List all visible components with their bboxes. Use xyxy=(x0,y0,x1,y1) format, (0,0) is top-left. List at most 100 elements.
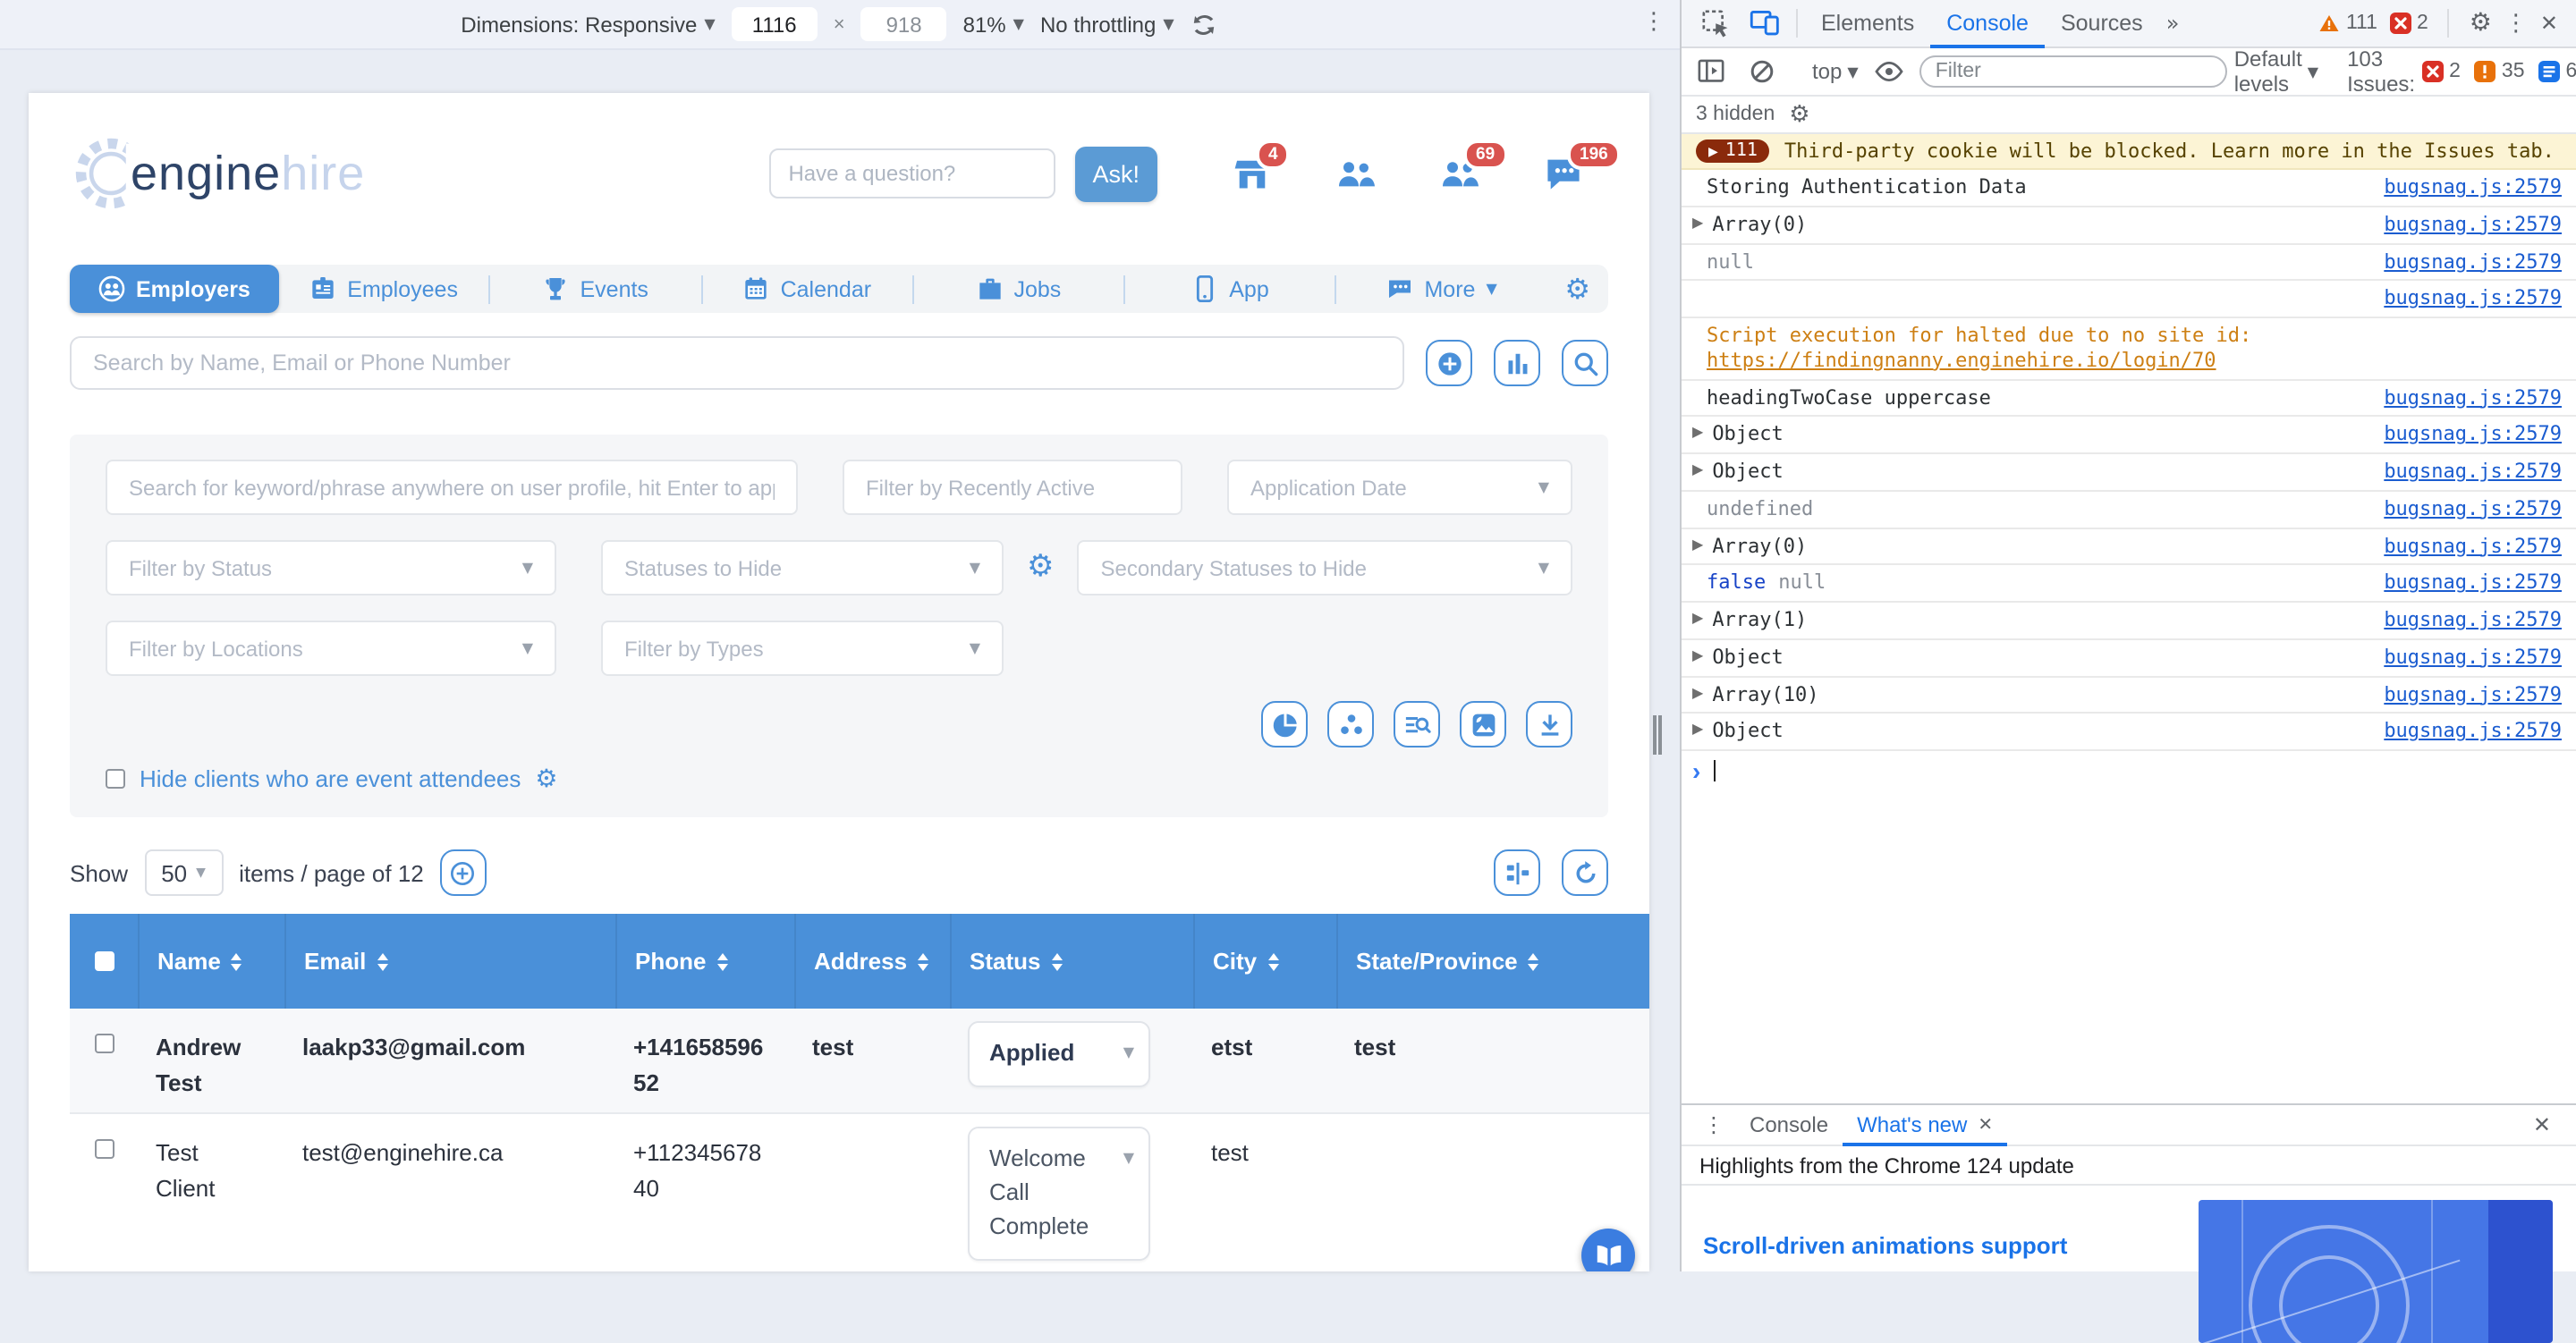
cookie-warning-banner[interactable]: ▶ 111 Third-party cookie will be blocked… xyxy=(1682,134,2576,170)
clients-button[interactable] xyxy=(1336,154,1376,193)
more-tabs-icon[interactable]: » xyxy=(2159,11,2187,36)
sort-arrows-icon[interactable] xyxy=(1267,952,1278,970)
devtools-menu-icon[interactable]: ⋮ xyxy=(2504,10,2528,37)
column-header-email[interactable]: Email xyxy=(284,914,615,1009)
add-client-button[interactable] xyxy=(1426,340,1472,386)
expand-triangle-icon[interactable]: ▶ xyxy=(1692,461,1703,479)
source-link[interactable]: bugsnag.js:2579 xyxy=(2362,720,2562,745)
image-view-button[interactable] xyxy=(1460,701,1506,748)
refresh-button[interactable] xyxy=(1562,849,1608,896)
locations-filter-select[interactable]: Filter by Locations ▼ xyxy=(106,621,556,676)
live-expression-eye-icon[interactable] xyxy=(1875,61,1903,82)
expand-triangle-icon[interactable]: ▶ xyxy=(1692,647,1703,665)
status-filter-select[interactable]: Filter by Status ▼ xyxy=(106,540,556,595)
statuses-settings-gear-icon[interactable]: ⚙ xyxy=(1027,553,1055,583)
console-warn-link[interactable]: https://findingnanny.enginehire.io/login… xyxy=(1707,349,2216,372)
cluster-view-button[interactable] xyxy=(1327,701,1374,748)
console-filter-input[interactable] xyxy=(1919,55,2227,88)
source-link[interactable]: bugsnag.js:2579 xyxy=(2362,497,2562,522)
ask-button[interactable]: Ask! xyxy=(1074,146,1157,201)
device-toolbar-menu-icon[interactable]: ⋮ xyxy=(1642,9,1665,36)
status-select[interactable]: Welcome Call Complete▼ xyxy=(968,1128,1150,1261)
nav-settings-gear-icon[interactable]: ⚙ xyxy=(1546,272,1608,306)
clear-console-icon[interactable] xyxy=(1750,59,1775,84)
advanced-search-button[interactable] xyxy=(1394,701,1440,748)
device-toolbar-toggle-icon[interactable] xyxy=(1750,8,1780,38)
source-link[interactable]: bugsnag.js:2579 xyxy=(2362,608,2562,633)
log-levels-select[interactable]: Default levels ▼ xyxy=(2234,46,2318,97)
source-link[interactable]: bugsnag.js:2579 xyxy=(2362,682,2562,707)
tab-console[interactable]: Console xyxy=(1930,0,2045,47)
column-header-phone[interactable]: Phone xyxy=(615,914,794,1009)
sort-arrows-icon[interactable] xyxy=(716,952,727,970)
nav-tab-calendar[interactable]: Calendar xyxy=(702,265,912,313)
warning-count-badge[interactable]: ▶ 111 xyxy=(1696,139,1770,163)
nav-tab-employees[interactable]: Employees xyxy=(279,265,489,313)
context-select[interactable]: top ▼ xyxy=(1812,59,1859,84)
column-header-name[interactable]: Name xyxy=(138,914,284,1009)
viewport-width-input[interactable] xyxy=(732,7,818,41)
source-link[interactable]: bugsnag.js:2579 xyxy=(2362,571,2562,596)
source-link[interactable]: bugsnag.js:2579 xyxy=(2362,175,2562,200)
devtools-settings-gear-icon[interactable]: ⚙ xyxy=(2470,9,2492,38)
download-button[interactable] xyxy=(1526,701,1572,748)
sort-arrows-icon[interactable] xyxy=(1051,952,1062,970)
nav-tab-jobs[interactable]: Jobs xyxy=(914,265,1124,313)
source-link[interactable]: bugsnag.js:2579 xyxy=(2362,423,2562,448)
drawer-tab-whats-new[interactable]: What's new ✕ xyxy=(1843,1104,2007,1145)
hide-clients-checkbox[interactable] xyxy=(106,769,125,789)
column-header-address[interactable]: Address xyxy=(794,914,950,1009)
throttling-select[interactable]: No throttling ▼ xyxy=(1040,12,1174,37)
tab-elements[interactable]: Elements xyxy=(1805,0,1930,47)
nav-tab-events[interactable]: Events xyxy=(490,265,700,313)
source-link[interactable]: bugsnag.js:2579 xyxy=(2362,287,2562,312)
zoom-select[interactable]: 81% ▼ xyxy=(963,12,1024,37)
select-all-checkbox[interactable] xyxy=(94,951,114,971)
nav-tab-employers[interactable]: Employers xyxy=(70,265,279,313)
expand-triangle-icon[interactable]: ▶ xyxy=(1692,610,1703,628)
expand-triangle-icon[interactable]: ▶ xyxy=(1692,684,1703,702)
warning-issues-count[interactable]: 35 xyxy=(2475,61,2525,82)
search-input[interactable] xyxy=(70,336,1404,390)
statuses-to-hide-select[interactable]: Statuses to Hide ▼ xyxy=(601,540,1004,595)
nav-tab-more[interactable]: More ▼ xyxy=(1337,265,1547,313)
source-link[interactable]: bugsnag.js:2579 xyxy=(2362,249,2562,275)
column-header-status[interactable]: Status xyxy=(950,914,1193,1009)
close-tab-icon[interactable]: ✕ xyxy=(1978,1115,1993,1135)
expand-triangle-icon[interactable]: ▶ xyxy=(1692,536,1703,553)
column-header-state-province[interactable]: State/Province xyxy=(1336,914,1649,1009)
search-button[interactable] xyxy=(1562,340,1608,386)
source-link[interactable]: bugsnag.js:2579 xyxy=(2362,534,2562,559)
drawer-tab-console[interactable]: Console xyxy=(1735,1104,1843,1145)
page-size-select[interactable]: 50 ▼ xyxy=(144,849,223,896)
row-checkbox[interactable] xyxy=(94,1034,114,1053)
inspect-element-icon[interactable] xyxy=(1701,8,1732,38)
column-settings-button[interactable] xyxy=(1494,849,1540,896)
rotate-viewport-icon[interactable] xyxy=(1191,10,1219,38)
expand-triangle-icon[interactable]: ▶ xyxy=(1692,425,1703,443)
hidden-settings-gear-icon[interactable]: ⚙ xyxy=(1789,101,1809,128)
row-checkbox[interactable] xyxy=(94,1140,114,1160)
stats-button[interactable] xyxy=(1494,340,1540,386)
source-link[interactable]: bugsnag.js:2579 xyxy=(2362,213,2562,238)
source-link[interactable]: bugsnag.js:2579 xyxy=(2362,460,2562,485)
attendees-button[interactable]: 69 xyxy=(1440,154,1479,193)
storefront-button[interactable]: 4 xyxy=(1233,154,1272,193)
types-filter-select[interactable]: Filter by Types ▼ xyxy=(601,621,1004,676)
nav-tab-app[interactable]: App xyxy=(1125,265,1335,313)
sort-arrows-icon[interactable] xyxy=(918,952,928,970)
sort-arrows-icon[interactable] xyxy=(232,952,242,970)
viewport-height-input[interactable] xyxy=(861,7,947,41)
pie-chart-button[interactable] xyxy=(1261,701,1308,748)
drawer-menu-icon[interactable]: ⋮ xyxy=(1692,1112,1735,1137)
application-date-select[interactable]: Application Date ▼ xyxy=(1227,460,1572,515)
question-input[interactable] xyxy=(768,148,1055,198)
errors-indicator[interactable]: 2 xyxy=(2390,13,2428,34)
recently-active-filter-input[interactable]: Filter by Recently Active xyxy=(843,460,1182,515)
sort-arrows-icon[interactable] xyxy=(377,952,387,970)
secondary-statuses-select[interactable]: Secondary Statuses to Hide ▼ xyxy=(1078,540,1573,595)
devtools-close-icon[interactable]: ✕ xyxy=(2540,11,2558,36)
status-select[interactable]: Applied▼ xyxy=(968,1021,1150,1087)
dimensions-select[interactable]: Dimensions: Responsive ▼ xyxy=(461,12,715,37)
column-header-city[interactable]: City xyxy=(1193,914,1336,1009)
